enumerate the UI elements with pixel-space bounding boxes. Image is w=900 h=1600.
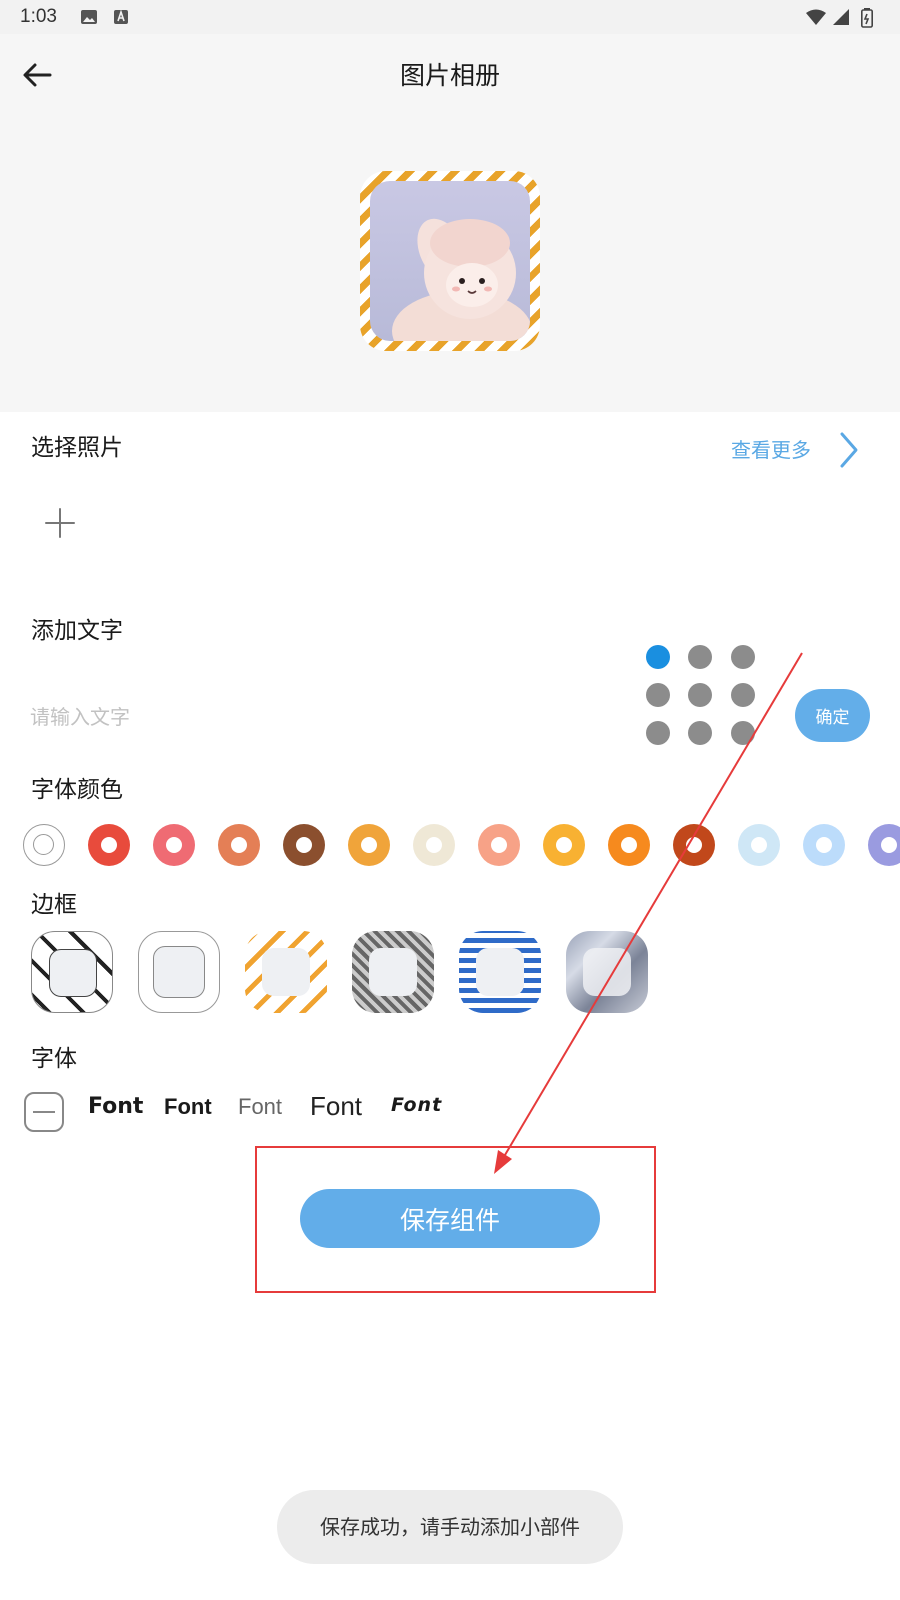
color-swatch[interactable] — [608, 824, 650, 866]
frame-option-gray-plaid[interactable] — [352, 931, 434, 1013]
color-swatch[interactable] — [88, 824, 130, 866]
color-swatch[interactable] — [218, 824, 260, 866]
color-swatch[interactable] — [348, 824, 390, 866]
frame-option-gray-blue-photo[interactable] — [566, 931, 648, 1013]
position-dot-bottom-center[interactable] — [688, 721, 712, 745]
color-swatch[interactable] — [413, 824, 455, 866]
border-title: 边框 — [31, 892, 77, 918]
font-option-bold[interactable]: Font — [164, 1094, 212, 1120]
color-swatch[interactable] — [23, 824, 65, 866]
plush-lamb-photo — [370, 181, 530, 341]
position-dot-bottom-left[interactable] — [646, 721, 670, 745]
position-dot-middle-right[interactable] — [731, 683, 755, 707]
add-text-title: 添加文字 — [31, 618, 123, 644]
position-dot-bottom-right[interactable] — [731, 721, 755, 745]
image-icon — [81, 10, 97, 24]
font-color-title: 字体颜色 — [31, 777, 123, 803]
text-input[interactable] — [30, 700, 590, 734]
color-swatch[interactable] — [283, 824, 325, 866]
page-title: 图片相册 — [399, 61, 500, 90]
wifi-icon — [806, 9, 826, 25]
color-swatch[interactable] — [803, 824, 845, 866]
save-widget-button[interactable]: 保存组件 — [300, 1189, 600, 1248]
position-dot-middle-center[interactable] — [688, 683, 712, 707]
position-dot-top-left[interactable] — [646, 645, 670, 669]
select-photo-title: 选择照片 — [31, 435, 123, 461]
view-more-link[interactable]: 查看更多 — [731, 434, 811, 463]
signal-icon — [833, 9, 849, 25]
color-swatch[interactable] — [543, 824, 585, 866]
font-option-light[interactable]: Font — [238, 1094, 282, 1120]
battery-icon — [861, 8, 873, 28]
position-dot-middle-left[interactable] — [646, 683, 670, 707]
add-photo-plus-icon[interactable] — [42, 505, 78, 541]
text-a-icon — [114, 9, 128, 24]
frame-option-black-stripe[interactable] — [31, 931, 113, 1013]
font-option-italic-display[interactable]: Font — [391, 1094, 442, 1116]
preview-photo — [370, 181, 530, 341]
position-dot-top-center[interactable] — [688, 645, 712, 669]
status-bar: 1:03 — [0, 0, 900, 34]
widget-preview — [360, 171, 540, 351]
font-option-heavy[interactable]: Font — [88, 1094, 143, 1119]
settings-sheet — [0, 412, 900, 1600]
position-dot-top-right[interactable] — [731, 645, 755, 669]
frame-option-orange-stripe[interactable] — [245, 931, 327, 1013]
frame-option-plain[interactable] — [138, 931, 220, 1013]
status-time: 1:03 — [20, 6, 57, 27]
color-swatch[interactable] — [478, 824, 520, 866]
save-success-toast: 保存成功，请手动添加小部件 — [277, 1490, 623, 1564]
chevron-right-icon[interactable] — [834, 428, 864, 472]
font-option-regular[interactable]: Font — [310, 1091, 362, 1122]
color-swatch[interactable] — [153, 824, 195, 866]
no-font-minus-box-icon[interactable] — [23, 1091, 65, 1133]
frame-option-blue-gingham[interactable] — [459, 931, 541, 1013]
font-title: 字体 — [31, 1046, 77, 1072]
color-swatch[interactable] — [738, 824, 780, 866]
color-swatch[interactable] — [673, 824, 715, 866]
confirm-button[interactable]: 确定 — [795, 689, 870, 742]
